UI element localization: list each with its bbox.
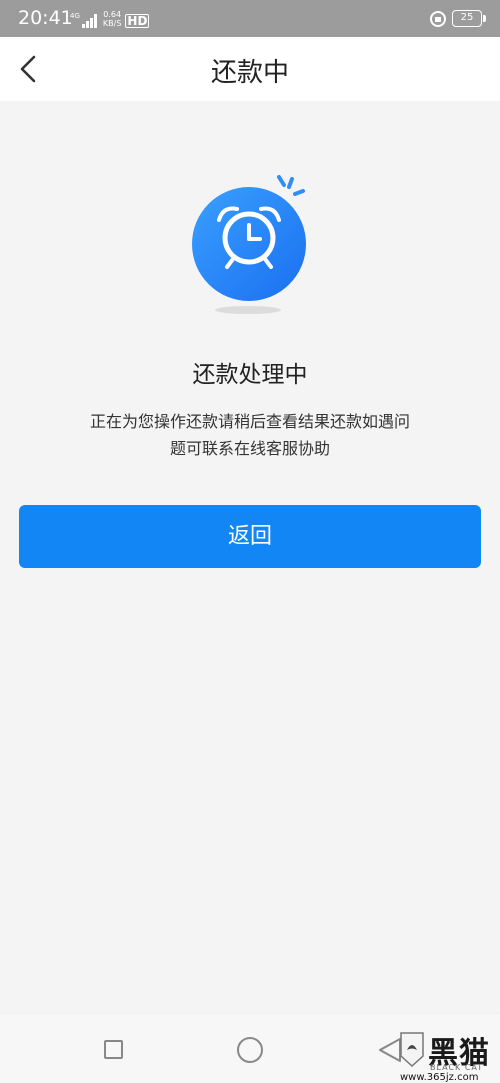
speed-value: 0.64	[103, 10, 122, 19]
battery-icon: 25	[452, 10, 486, 27]
status-title: 还款处理中	[192, 362, 308, 388]
hd-badge: HD	[125, 14, 150, 28]
status-bar: 20:41 4G 0.64 KB/S HD 25	[0, 0, 500, 37]
watermark: 黑猫 BLACK CAT www.365jz.com	[398, 1030, 500, 1083]
network-indicator: 4G 0.64 KB/S HD	[70, 10, 150, 28]
return-button[interactable]: 返回	[19, 505, 481, 568]
watermark-url: www.365jz.com	[400, 1072, 479, 1083]
circle-icon[interactable]	[237, 1037, 263, 1063]
network-speed: 0.64 KB/S	[103, 10, 122, 28]
status-time: 20:41	[18, 7, 73, 29]
page-title: 还款中	[210, 58, 289, 88]
square-icon[interactable]	[104, 1040, 123, 1059]
status-description: 正在为您操作还款请稍后查看结果还款如遇问题可联系在线客服协助	[90, 412, 411, 458]
alarm-clock-icon	[192, 175, 306, 314]
speed-unit: KB/S	[102, 19, 122, 28]
network-type: 4G	[70, 12, 80, 20]
signal-icon	[81, 14, 97, 28]
black-cat-logo-icon	[400, 1032, 424, 1068]
rotation-lock-icon	[430, 11, 446, 27]
header-bar: 还款中	[0, 37, 500, 101]
watermark-brand-en: BLACK CAT	[430, 1063, 484, 1072]
